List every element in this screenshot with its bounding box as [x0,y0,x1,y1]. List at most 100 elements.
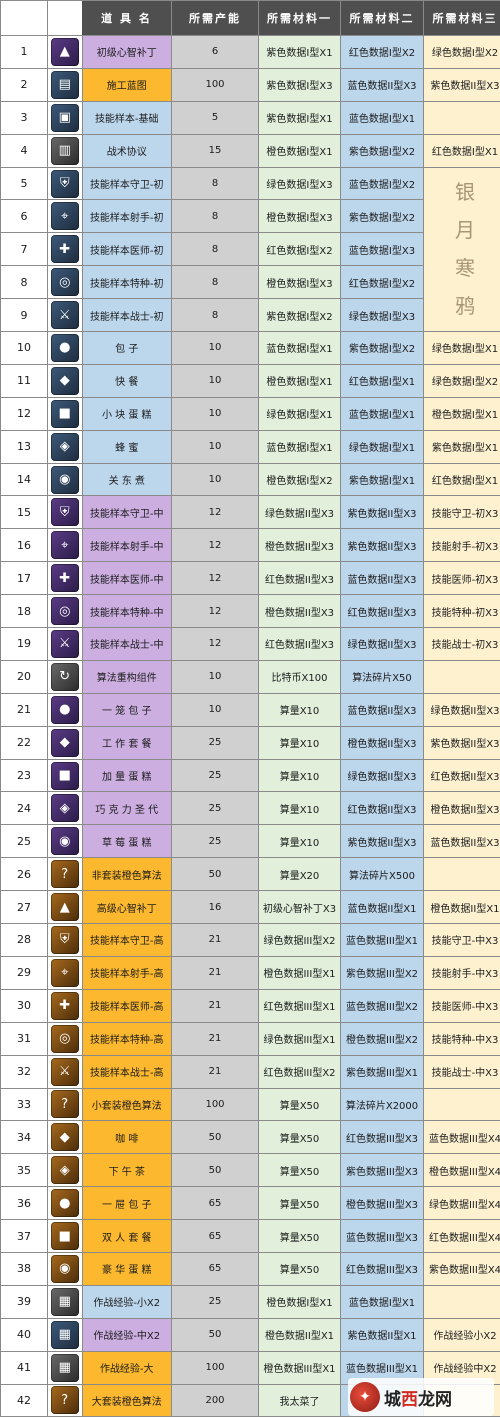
material-1: 橙色数据II型X1 [258,1317,341,1352]
item-name: 下 午 茶 [81,1153,172,1188]
row-index: 6 [0,199,48,234]
brand-part-3: 龙网 [418,1389,452,1410]
row-index: 37 [0,1219,48,1253]
item-icon-cell: ↻ [47,659,83,694]
material-1: 算量X10 [258,692,341,727]
material-1: 紫色数据I型X2 [258,298,341,333]
material-1: 橙色数据II型X3 [258,594,341,629]
material-3: 技能医师-中X3 [423,988,500,1023]
item-name: 工 作 套 餐 [81,725,172,760]
item-name: 技能样本守卫-初 [81,166,172,201]
material-3: 绿色数据II型X3 [423,692,500,727]
production-cost: 100 [171,67,259,102]
material-3: 橙色数据II型X3 [423,791,500,826]
table-row: 18 ◎ 技能样本特种-中 12 橙色数据II型X3 红色数据II型X3 技能特种-初X3 [0,594,500,629]
row-index: 5 [0,166,48,201]
row-index: 23 [0,758,48,793]
material-1: 比特币X100 [258,659,341,694]
material-3 [423,100,500,135]
material-3: 绿色数据I型X2 [423,35,500,69]
row-index: 16 [0,528,48,563]
production-cost: 10 [171,462,259,497]
brand-part-1: 城 [384,1389,401,1410]
material-1: 绿色数据III型X1 [258,1021,341,1056]
deluxe-cake-icon: ◉ [50,1254,79,1283]
item-name: 技能样本-基础 [81,100,172,135]
table-row: 2 ▤ 施工蓝图 100 紫色数据I型X3 蓝色数据II型X3 紫色数据II型X3 [0,67,500,102]
header-material-2: 所需材料二 [340,0,424,36]
item-icon-cell: ■ [47,758,83,793]
table-row: 15 ⛨ 技能样本守卫-中 12 绿色数据II型X3 紫色数据II型X3 技能守卫-初X3 [0,495,500,530]
row-index: 12 [0,396,48,431]
material-2: 橙色数据III型X3 [340,1186,424,1221]
material-3: 绿色数据I型X1 [423,331,500,365]
material-3: 蓝色数据III型X4 [423,1120,500,1155]
row-index: 31 [0,1021,48,1056]
item-icon-cell: ■ [47,1219,83,1253]
material-1: 橙色数据III型X1 [258,1350,341,1385]
table-row: 24 ◈ 巧 克 力 圣 代 25 算量X10 红色数据II型X3 橙色数据II型X3 [0,791,500,826]
material-2: 紫色数据II型X3 [340,528,424,563]
table-row: 4 ▥ 战术协议 15 橙色数据I型X1 紫色数据I型X2 红色数据I型X1 [0,133,500,168]
table-row: 26? 非套装橙色算法 50 算量X20 算法碎片X500 [0,857,500,892]
material-3: 绿色数据I型X2 [423,363,500,398]
material-2: 蓝色数据II型X3 [340,692,424,727]
material-3: 紫色数据II型X3 [423,67,500,102]
production-cost: 21 [171,1021,259,1056]
header-row: 序 号 道 具 名 所需产能 所需材料一 所需材料二 所需材料三 [0,0,500,36]
row-index: 35 [0,1153,48,1188]
row-index: 9 [0,298,48,333]
row-index: 10 [0,331,48,365]
item-icon-cell: ◆ [47,1120,83,1155]
material-2: 蓝色数据III型X2 [340,988,424,1023]
row-index: 8 [0,265,48,300]
production-cost: 10 [171,659,259,694]
item-name: 快 餐 [81,363,172,398]
production-cost: 25 [171,824,259,859]
row-index: 29 [0,955,48,990]
row-index: 27 [0,890,48,925]
material-1: 紫色数据I型X3 [258,67,341,102]
medic-sample-mid-icon: ✚ [50,564,79,593]
tactical-protocol-icon: ▥ [50,136,79,165]
production-cost: 12 [171,594,259,629]
item-name: 巧 克 力 圣 代 [81,791,172,826]
header-icon-spacer [47,0,82,36]
table-row: 28 ⛨ 技能样本守卫-高 21 绿色数据III型X2 蓝色数据III型X1 技能守卫-中X… [0,923,500,957]
material-2: 橙色数据II型X3 [340,725,424,760]
row-index: 20 [0,659,48,694]
material-2: 算法碎片X50 [340,659,424,694]
item-icon-cell: ✚ [47,988,83,1023]
algorithm-component-icon: ↻ [50,662,79,691]
material-3: 紫色数据III型X4 [423,1251,500,1286]
production-cost: 6 [171,35,259,69]
watermark-char: 鸦 [455,294,475,319]
material-1: 绿色数据III型X2 [258,923,341,957]
sniper-sample-icon: ⌖ [50,202,79,231]
material-1: 算量X50 [258,1153,341,1188]
material-2: 紫色数据I型X2 [340,331,424,365]
item-name: 双 人 套 餐 [81,1219,172,1253]
item-icon-cell: ◈ [47,791,83,826]
material-1: 我太菜了 [258,1383,341,1418]
header-production: 所需产能 [171,0,259,36]
material-2: 红色数据II型X3 [340,791,424,826]
item-name: 战术协议 [81,133,172,168]
table-row: 39 ▦ 作战经验-小X2 25 橙色数据I型X1 蓝色数据I型X1 [0,1284,500,1319]
material-3: 作战经验小X2 [423,1317,500,1352]
material-3: 技能守卫-中X3 [423,923,500,957]
material-2: 蓝色数据II型X1 [340,890,424,925]
table-row: 32 ⚔ 技能样本战士-高 21 红色数据III型X2 紫色数据III型X1 技能战士-中X… [0,1054,500,1089]
production-cost: 65 [171,1186,259,1221]
material-2: 紫色数据I型X2 [340,199,424,234]
material-2: 蓝色数据III型X3 [340,1219,424,1253]
material-1: 绿色数据I型X3 [258,166,341,201]
table-row: 1 ▲ 初级心智补丁 6 紫色数据I型X1 红色数据I型X2 绿色数据I型X2 [0,35,500,69]
material-2: 紫色数据II型X3 [340,824,424,859]
item-icon-cell: ? [47,1383,83,1418]
item-icon-cell: ◆ [47,363,83,398]
row-index: 25 [0,824,48,859]
production-cost: 8 [171,199,259,234]
item-name: 豪 华 蛋 糕 [81,1251,172,1286]
header-item-name: 道 具 名 [82,0,172,36]
